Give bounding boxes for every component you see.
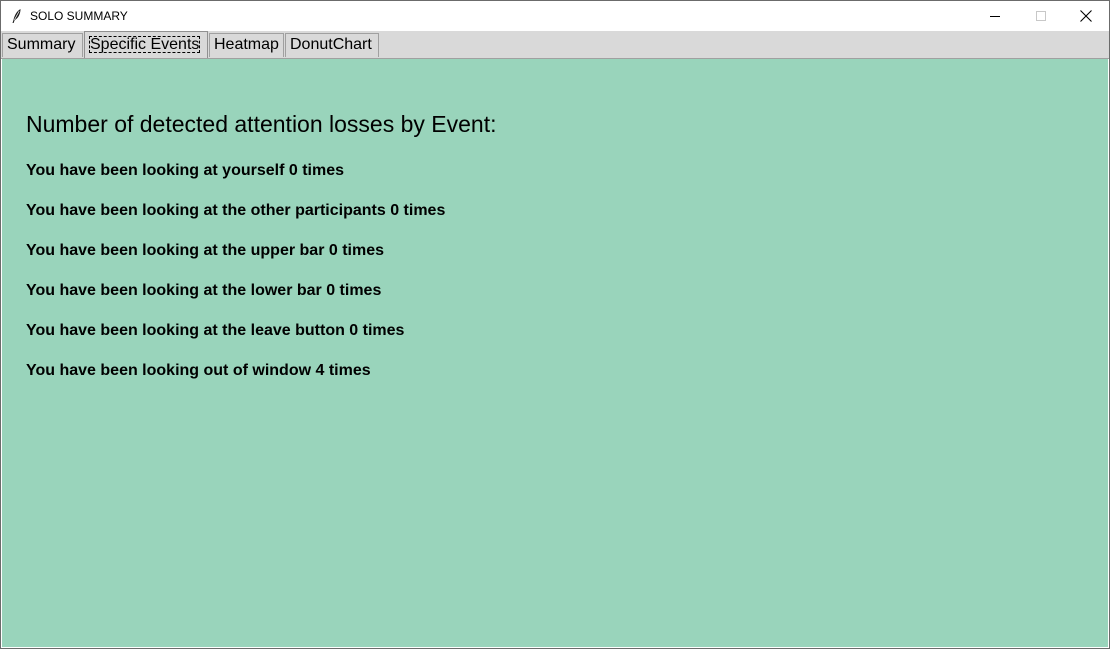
tab-summary[interactable]: Summary [2, 33, 83, 57]
tab-label: Specific Events [89, 36, 201, 53]
maximize-button[interactable] [1018, 1, 1064, 31]
feather-icon [10, 8, 24, 24]
window-title: SOLO SUMMARY [30, 9, 128, 23]
tab-donutchart[interactable]: DonutChart [285, 33, 379, 57]
events-heading: Number of detected attention losses by E… [26, 111, 497, 137]
app-window: SOLO SUMMARY Summary Specific Events Hea… [0, 0, 1110, 649]
tab-label: Summary [7, 36, 76, 53]
event-count-leave-button: You have been looking at the leave butto… [26, 322, 405, 339]
title-bar[interactable]: SOLO SUMMARY [1, 1, 1109, 31]
event-count-out-of-window: You have been looking out of window 4 ti… [26, 362, 371, 379]
event-count-upper-bar: You have been looking at the upper bar 0… [26, 242, 384, 259]
specific-events-panel: Number of detected attention losses by E… [2, 59, 1108, 647]
close-button[interactable] [1063, 1, 1109, 31]
event-count-lower-bar: You have been looking at the lower bar 0… [26, 282, 382, 299]
tab-label: DonutChart [290, 36, 372, 53]
tab-strip: Summary Specific Events Heatmap DonutCha… [1, 31, 1109, 59]
tab-heatmap[interactable]: Heatmap [209, 33, 284, 57]
maximize-icon [1036, 11, 1046, 21]
minimize-icon [990, 11, 1000, 21]
tab-specific-events[interactable]: Specific Events [84, 31, 208, 58]
tab-label: Heatmap [214, 36, 279, 53]
close-icon [1080, 10, 1092, 22]
minimize-button[interactable] [972, 1, 1018, 31]
event-count-other-participants: You have been looking at the other parti… [26, 202, 446, 219]
event-count-yourself: You have been looking at yourself 0 time… [26, 162, 345, 179]
